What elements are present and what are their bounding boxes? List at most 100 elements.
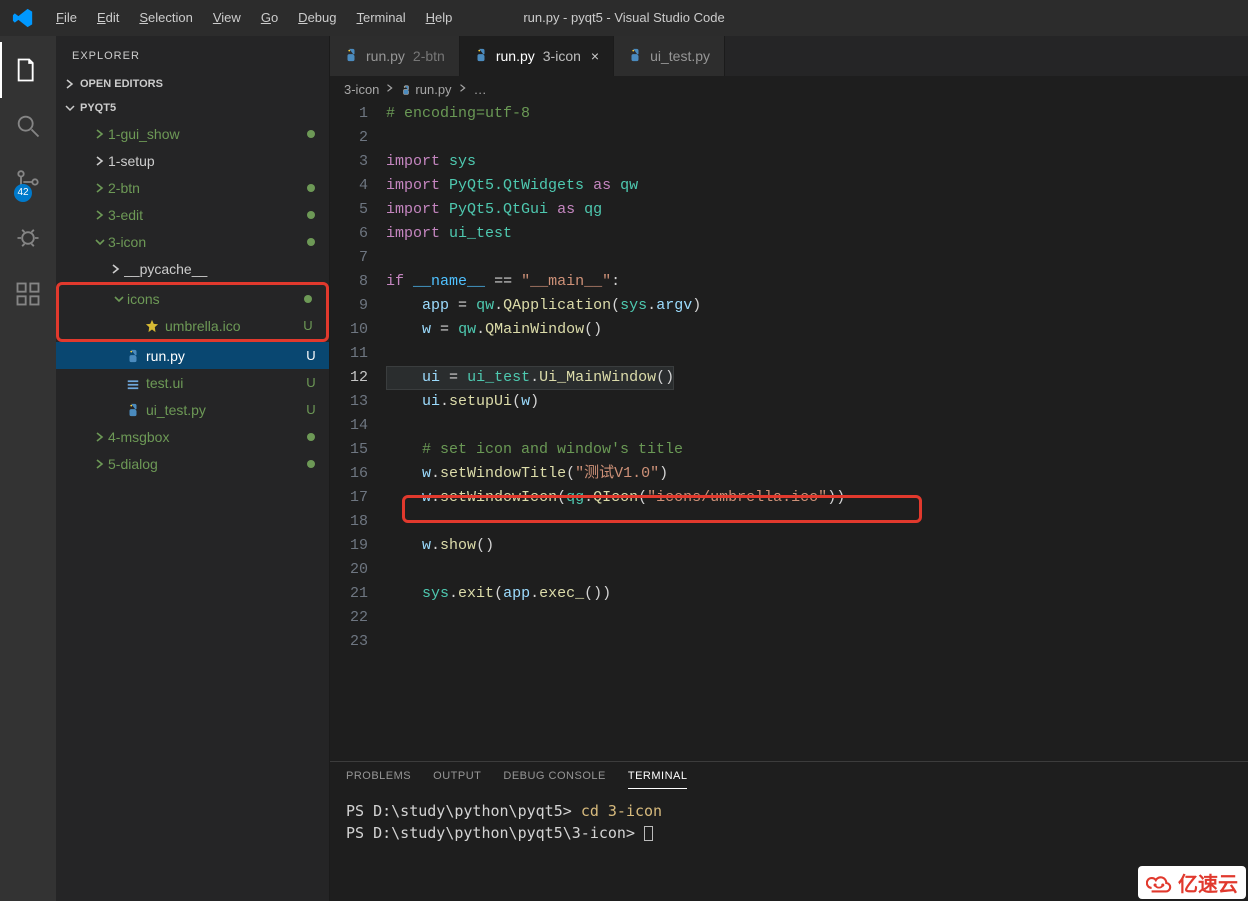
menu-edit[interactable]: Edit bbox=[87, 0, 129, 36]
chevron-icon bbox=[92, 209, 108, 221]
folder-root-section[interactable]: PYQT5 bbox=[56, 96, 329, 120]
chevron-icon bbox=[92, 182, 108, 194]
menu-file[interactable]: File bbox=[46, 0, 87, 36]
editor-tab[interactable]: run.py2-btn bbox=[330, 36, 460, 76]
line-number: 19 bbox=[330, 534, 386, 558]
breadcrumb[interactable]: 3-icon run.py … bbox=[330, 76, 1248, 102]
code-content: w.setWindowTitle("测试V1.0") bbox=[386, 462, 668, 486]
tree-item[interactable]: icons bbox=[59, 285, 326, 312]
line-number: 15 bbox=[330, 438, 386, 462]
code-line[interactable]: 23 bbox=[330, 630, 1248, 654]
tree-item[interactable]: 2-btn bbox=[56, 174, 329, 201]
menu-debug[interactable]: Debug bbox=[288, 0, 346, 36]
code-line[interactable]: 4import PyQt5.QtWidgets as qw bbox=[330, 174, 1248, 198]
python-icon bbox=[628, 48, 642, 65]
git-status bbox=[303, 207, 319, 222]
tab-filename: run.py bbox=[366, 48, 405, 64]
code-content: # set icon and window's title bbox=[386, 438, 683, 462]
tree-item[interactable]: test.uiU bbox=[56, 369, 329, 396]
code-line[interactable]: 9 app = qw.QApplication(sys.argv) bbox=[330, 294, 1248, 318]
code-content: import PyQt5.QtGui as qg bbox=[386, 198, 602, 222]
activity-bar: 42 bbox=[0, 36, 56, 901]
tree-label: 1-gui_show bbox=[108, 126, 303, 142]
tree-item[interactable]: 1-gui_show bbox=[56, 120, 329, 147]
line-number: 5 bbox=[330, 198, 386, 222]
code-editor[interactable]: 1# encoding=utf-823import sys4import PyQ… bbox=[330, 102, 1248, 761]
line-number: 11 bbox=[330, 342, 386, 366]
activity-explorer[interactable] bbox=[0, 42, 56, 98]
code-line[interactable]: 6import ui_test bbox=[330, 222, 1248, 246]
editor-tab[interactable]: ui_test.py bbox=[614, 36, 725, 76]
python-icon bbox=[474, 48, 488, 65]
code-line[interactable]: 14 bbox=[330, 414, 1248, 438]
code-line[interactable]: 5import PyQt5.QtGui as qg bbox=[330, 198, 1248, 222]
tree-label: 1-setup bbox=[108, 153, 303, 169]
code-line[interactable]: 7 bbox=[330, 246, 1248, 270]
open-editors-section[interactable]: OPEN EDITORS bbox=[56, 72, 329, 96]
tree-item[interactable]: 5-dialog bbox=[56, 450, 329, 477]
tree-item[interactable]: 1-setup bbox=[56, 147, 329, 174]
code-line[interactable]: 1# encoding=utf-8 bbox=[330, 102, 1248, 126]
code-line[interactable]: 2 bbox=[330, 126, 1248, 150]
panel-tab-problems[interactable]: PROBLEMS bbox=[346, 770, 411, 788]
chevron-right-icon bbox=[385, 82, 395, 97]
activity-search[interactable] bbox=[0, 98, 56, 154]
code-line[interactable]: 17 w.setWindowIcon(qg.QIcon("icons/umbre… bbox=[330, 486, 1248, 510]
watermark-logo: 亿速云 bbox=[1138, 866, 1246, 899]
git-status bbox=[303, 126, 319, 141]
code-line[interactable]: 22 bbox=[330, 606, 1248, 630]
editor-tab[interactable]: run.py3-icon× bbox=[460, 36, 614, 76]
terminal-body[interactable]: PS D:\study\python\pyqt5> cd 3-iconPS D:… bbox=[330, 796, 1248, 901]
tree-label: test.ui bbox=[146, 375, 303, 391]
breadcrumb-segment[interactable]: 3-icon bbox=[344, 82, 379, 97]
terminal-line: PS D:\study\python\pyqt5> cd 3-icon bbox=[346, 800, 1232, 822]
tree-item[interactable]: run.pyU bbox=[56, 342, 329, 369]
breadcrumb-segment[interactable]: run.py bbox=[401, 82, 451, 97]
menu-terminal[interactable]: Terminal bbox=[346, 0, 415, 36]
code-line[interactable]: 12 ui = ui_test.Ui_MainWindow() bbox=[330, 366, 1248, 390]
code-line[interactable]: 10 w = qw.QMainWindow() bbox=[330, 318, 1248, 342]
watermark-text: 亿速云 bbox=[1178, 868, 1238, 897]
panel-tab-output[interactable]: OUTPUT bbox=[433, 770, 481, 788]
tree-item[interactable]: __pycache__ bbox=[56, 255, 329, 282]
close-icon[interactable]: × bbox=[591, 48, 599, 64]
chevron-icon bbox=[108, 263, 124, 275]
tree-item[interactable]: umbrella.icoU bbox=[59, 312, 326, 339]
terminal-line: PS D:\study\python\pyqt5\3-icon> bbox=[346, 822, 1232, 844]
code-line[interactable]: 15 # set icon and window's title bbox=[330, 438, 1248, 462]
code-line[interactable]: 18 bbox=[330, 510, 1248, 534]
tree-item[interactable]: ui_test.pyU bbox=[56, 396, 329, 423]
activity-extensions[interactable] bbox=[0, 266, 56, 322]
code-line[interactable]: 13 ui.setupUi(w) bbox=[330, 390, 1248, 414]
breadcrumb-segment[interactable]: … bbox=[474, 82, 487, 97]
panel-tab-debug-console[interactable]: DEBUG CONSOLE bbox=[503, 770, 605, 788]
tree-label: 2-btn bbox=[108, 180, 303, 196]
code-line[interactable]: 21 sys.exit(app.exec_()) bbox=[330, 582, 1248, 606]
activity-debug[interactable] bbox=[0, 210, 56, 266]
chevron-icon bbox=[92, 128, 108, 140]
tree-item[interactable]: 3-edit bbox=[56, 201, 329, 228]
code-line[interactable]: 3import sys bbox=[330, 150, 1248, 174]
code-content: sys.exit(app.exec_()) bbox=[386, 582, 611, 606]
menu-selection[interactable]: Selection bbox=[129, 0, 202, 36]
tab-filename: ui_test.py bbox=[650, 48, 710, 64]
code-content: ui = ui_test.Ui_MainWindow() bbox=[386, 366, 674, 390]
tab-filename: run.py bbox=[496, 48, 535, 64]
code-content: w = qw.QMainWindow() bbox=[386, 318, 602, 342]
line-number: 22 bbox=[330, 606, 386, 630]
line-number: 14 bbox=[330, 414, 386, 438]
panel-tab-terminal[interactable]: TERMINAL bbox=[628, 770, 688, 789]
menu-go[interactable]: Go bbox=[251, 0, 288, 36]
tree-item[interactable]: 4-msgbox bbox=[56, 423, 329, 450]
tree-item[interactable]: 3-icon bbox=[56, 228, 329, 255]
activity-scm[interactable]: 42 bbox=[0, 154, 56, 210]
code-line[interactable]: 11 bbox=[330, 342, 1248, 366]
menu-view[interactable]: View bbox=[203, 0, 251, 36]
editor-tabs: run.py2-btnrun.py3-icon× ui_test.py bbox=[330, 36, 1248, 76]
menu-help[interactable]: Help bbox=[416, 0, 463, 36]
code-line[interactable]: 20 bbox=[330, 558, 1248, 582]
code-line[interactable]: 8if __name__ == "__main__": bbox=[330, 270, 1248, 294]
code-line[interactable]: 16 w.setWindowTitle("测试V1.0") bbox=[330, 462, 1248, 486]
code-line[interactable]: 19 w.show() bbox=[330, 534, 1248, 558]
code-content: # encoding=utf-8 bbox=[386, 102, 530, 126]
